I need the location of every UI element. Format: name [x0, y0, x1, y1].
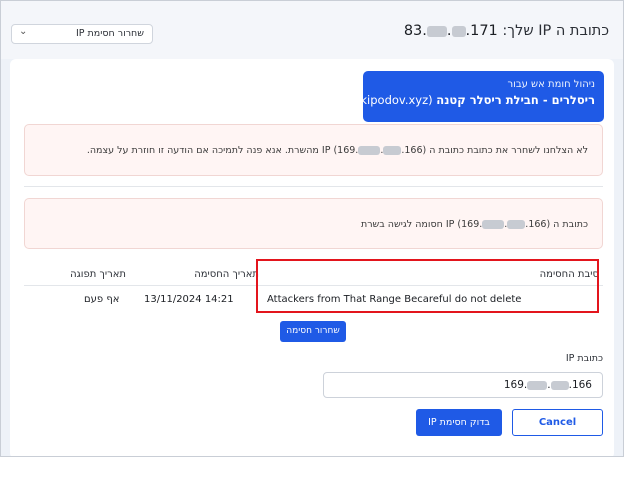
- cell-block-date: 13/11/2024 14:21: [144, 294, 234, 305]
- banner-subtitle: ניהול חומת אש עבור: [507, 79, 595, 90]
- highlight-box: [256, 259, 599, 313]
- app-frame: כתובת ה IP שלך: 83.. .171 שחרור חסימת IP …: [0, 0, 624, 457]
- ip-field-label: כתובת IP: [565, 353, 603, 364]
- user-ip-label: כתובת ה IP שלך:: [502, 23, 609, 39]
- redacted-ip-part: [451, 25, 466, 37]
- user-ip-title: כתובת ה IP שלך: 83.. .171: [404, 23, 609, 39]
- firewall-banner: ניהול חומת אש עבור ריסלרים - חבילת ריסלר…: [355, 71, 604, 122]
- ip-input[interactable]: 169.. .166: [323, 372, 603, 398]
- action-select-value: שחרור חסימת IP: [75, 28, 144, 39]
- redacted-ip-part: [426, 25, 447, 37]
- main-panel: ניהול חומת אש עבור ריסלרים - חבילת ריסלר…: [10, 59, 614, 456]
- divider: [24, 186, 603, 187]
- top-bar: כתובת ה IP שלך: 83.. .171 שחרור חסימת IP …: [1, 1, 623, 59]
- redacted-ip-part: [482, 220, 505, 229]
- redacted-ip-part: [507, 220, 526, 229]
- cancel-button[interactable]: Cancel: [512, 409, 603, 436]
- banner-title: ריסלרים - חבילת ריסלר קטנה (kipodov.xyz): [355, 93, 595, 107]
- check-block-button[interactable]: בדוק חסימת IP: [416, 409, 502, 436]
- release-failed-alert: לא הצלחנו לשחרר את כתובת כתובת ה IP (169…: [24, 124, 603, 176]
- ip-blocked-alert: כתובת ה IP (169...166) חסומה לגישה בשרת: [24, 198, 603, 249]
- column-expiry: תאריך תפוגה: [70, 269, 126, 280]
- chevron-down-icon: ⌄: [19, 26, 28, 37]
- release-failed-message: לא הצלחנו לשחרר את כתובת כתובת ה IP (169…: [86, 145, 588, 156]
- redacted-ip-part: [527, 380, 548, 390]
- user-ip-value: 83.. .171: [403, 23, 498, 39]
- column-block-date: תאריך החסימה: [194, 269, 259, 280]
- redacted-ip-part: [383, 146, 402, 155]
- ip-input-value: 169.. .166: [503, 379, 592, 391]
- cell-expiry: אף פעם: [84, 294, 120, 305]
- redacted-ip-part: [358, 146, 381, 155]
- ip-blocked-message: כתובת ה IP (169...166) חסומה לגישה בשרת: [360, 219, 588, 230]
- action-select[interactable]: שחרור חסימת IP ⌄: [11, 24, 153, 44]
- redacted-ip-part: [550, 380, 569, 390]
- release-block-button[interactable]: שחרור חסימה: [280, 321, 346, 342]
